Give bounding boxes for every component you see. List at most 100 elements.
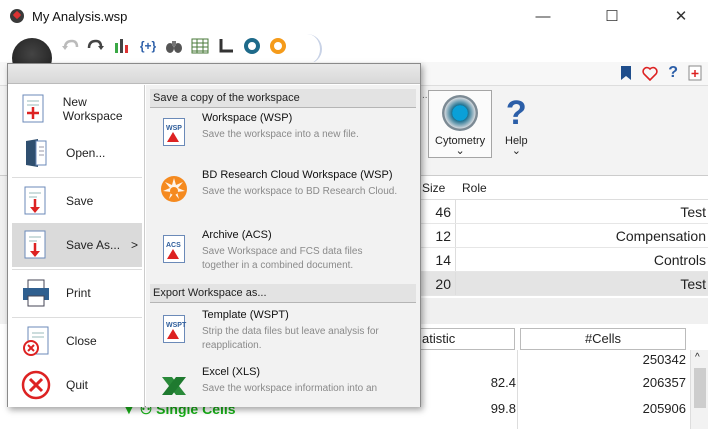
acs-file-icon: ACS: [156, 231, 192, 267]
scroll-up-icon[interactable]: ^: [695, 352, 700, 363]
menu-item-label: New Workspace: [62, 95, 123, 123]
wsp-file-icon: WSP: [156, 114, 192, 150]
submenu-item-description: Save the workspace into a new file.: [202, 129, 359, 140]
menu-item-close[interactable]: Close: [12, 319, 142, 363]
heart-icon[interactable]: [642, 66, 658, 81]
role-cell: Compensation: [615, 227, 706, 244]
menu-item-label: Open...: [66, 146, 106, 160]
new-workspace-icon: [18, 91, 51, 127]
layout-icon[interactable]: [112, 36, 132, 56]
stat-cell: 99.8: [490, 401, 516, 416]
table-row[interactable]: 46 Test: [420, 200, 708, 224]
cytometry-button[interactable]: Cytometry ⌄: [428, 90, 493, 158]
quit-icon: [18, 367, 54, 403]
flowjo-app-icon: [10, 9, 24, 23]
submenu-item-archive-acs[interactable]: ACS Archive (ACS) Save Workspace and FCS…: [150, 229, 416, 273]
binoculars-icon[interactable]: [164, 36, 184, 56]
minimize-button[interactable]: —: [520, 0, 566, 32]
role-cell: Test: [680, 275, 706, 292]
quick-access-icons: {+}: [60, 36, 288, 56]
submenu-item-title: BD Research Cloud Workspace (WSP): [202, 169, 393, 181]
close-button[interactable]: ✕: [658, 0, 704, 32]
submenu-item-description: Save the workspace information into an: [202, 383, 378, 394]
table-row[interactable]: 14 Controls: [420, 248, 708, 272]
undo-icon[interactable]: [60, 36, 80, 56]
wspt-file-icon: WSPT: [156, 311, 192, 347]
save-icon: [18, 183, 54, 219]
menu-item-quit[interactable]: Quit: [12, 363, 142, 407]
help-button[interactable]: ? Help ⌄: [498, 90, 535, 158]
menu-item-label: Save As...: [66, 238, 121, 252]
menu-separator: [12, 269, 142, 270]
menu-item-print[interactable]: Print: [12, 271, 142, 315]
size-cell: 12: [420, 224, 456, 247]
save-as-submenu: Save a copy of the workspace WSP Workspa…: [146, 85, 420, 407]
menu-item-open[interactable]: Open...: [12, 131, 142, 175]
redo-icon[interactable]: [86, 36, 106, 56]
submenu-item-description: Save the workspace to BD Research Cloud.: [202, 186, 398, 197]
menu-item-save[interactable]: Save: [12, 179, 142, 223]
cells-header[interactable]: #Cells: [520, 328, 686, 350]
table-icon[interactable]: [190, 36, 210, 56]
submenu-item-title: Archive (ACS): [202, 229, 272, 241]
statistic-header[interactable]: atistic: [420, 328, 515, 350]
menu-item-save-as[interactable]: Save As... >: [12, 223, 142, 267]
chevron-down-icon: ⌄: [511, 145, 521, 157]
menu-command-list: New Workspace Open... Save Save As... >: [8, 85, 145, 407]
record-icon[interactable]: [242, 36, 262, 56]
cytometry-group: Cytometry ⌄: [428, 90, 493, 158]
section-heading: Save a copy of the workspace: [150, 89, 416, 108]
chevron-down-icon: ⌄: [455, 145, 465, 157]
table-row-selected[interactable]: 20 Test: [420, 272, 708, 296]
maximize-button[interactable]: ☐: [589, 0, 635, 32]
table-row[interactable]: 12 Compensation: [420, 224, 708, 248]
print-icon: [18, 275, 54, 311]
menu-item-label: Save: [66, 194, 94, 208]
bookmark-icon[interactable]: [620, 65, 632, 81]
submenu-item-title: Template (WSPT): [202, 309, 289, 321]
role-cell: Test: [680, 203, 706, 220]
open-icon: [18, 135, 54, 171]
menu-item-new-workspace[interactable]: New Workspace: [12, 87, 142, 131]
menu-separator: [12, 177, 142, 178]
role-cell: Controls: [653, 251, 706, 268]
cells-cell: 205906: [642, 401, 686, 416]
window-title: My Analysis.wsp: [32, 8, 128, 24]
submenu-item-description: Strip the data files but leave analysis …: [202, 326, 379, 351]
submenu-item-bd-cloud[interactable]: BD Research Cloud Workspace (WSP) Save t…: [150, 169, 416, 207]
cells-cell: 206357: [642, 375, 686, 390]
cells-cell: 250342: [642, 352, 686, 367]
size-cell: 14: [420, 248, 456, 271]
application-menu: New Workspace Open... Save Save As... >: [7, 63, 421, 407]
sample-table: Size Role 46 Test 12 Compensation 14 Con…: [420, 176, 708, 298]
menu-separator: [12, 317, 142, 318]
section-heading: Export Workspace as...: [150, 284, 416, 303]
add-doc-icon[interactable]: [688, 65, 702, 81]
close-doc-icon: [18, 323, 54, 359]
question-icon: ?: [505, 94, 527, 132]
formula-icon[interactable]: {+}: [138, 36, 158, 56]
gauge-icon: [442, 95, 479, 131]
submenu-item-template-wspt[interactable]: WSPT Template (WSPT) Strip the data file…: [150, 309, 416, 353]
excel-icon: [156, 368, 192, 404]
vertical-scrollbar[interactable]: ^: [690, 350, 708, 429]
size-header[interactable]: Size: [420, 181, 456, 195]
sample-table-header: Size Role: [420, 176, 708, 200]
sun-icon[interactable]: [268, 36, 288, 56]
submenu-arrow-icon: >: [130, 238, 138, 252]
toolbar-arc-decoration: [292, 34, 322, 64]
submenu-item-title: Workspace (WSP): [202, 112, 293, 124]
submenu-item-workspace-wsp[interactable]: WSP Workspace (WSP) Save the workspace i…: [150, 112, 416, 150]
submenu-item-excel-xls[interactable]: Excel (XLS) Save the workspace informati…: [150, 366, 416, 404]
menu-item-label: Quit: [66, 378, 89, 392]
menu-item-label: Close: [66, 334, 97, 348]
help-small-icon[interactable]: ?: [668, 64, 678, 82]
submenu-item-description: Save Workspace and FCS data files togeth…: [202, 246, 363, 271]
axis-icon[interactable]: [216, 36, 236, 56]
scroll-thumb[interactable]: [694, 368, 706, 408]
size-cell: 46: [420, 200, 456, 223]
role-header[interactable]: Role: [456, 181, 487, 195]
size-cell: 20: [420, 272, 456, 295]
save-as-icon: [18, 227, 54, 263]
submenu-item-title: Excel (XLS): [202, 366, 261, 378]
